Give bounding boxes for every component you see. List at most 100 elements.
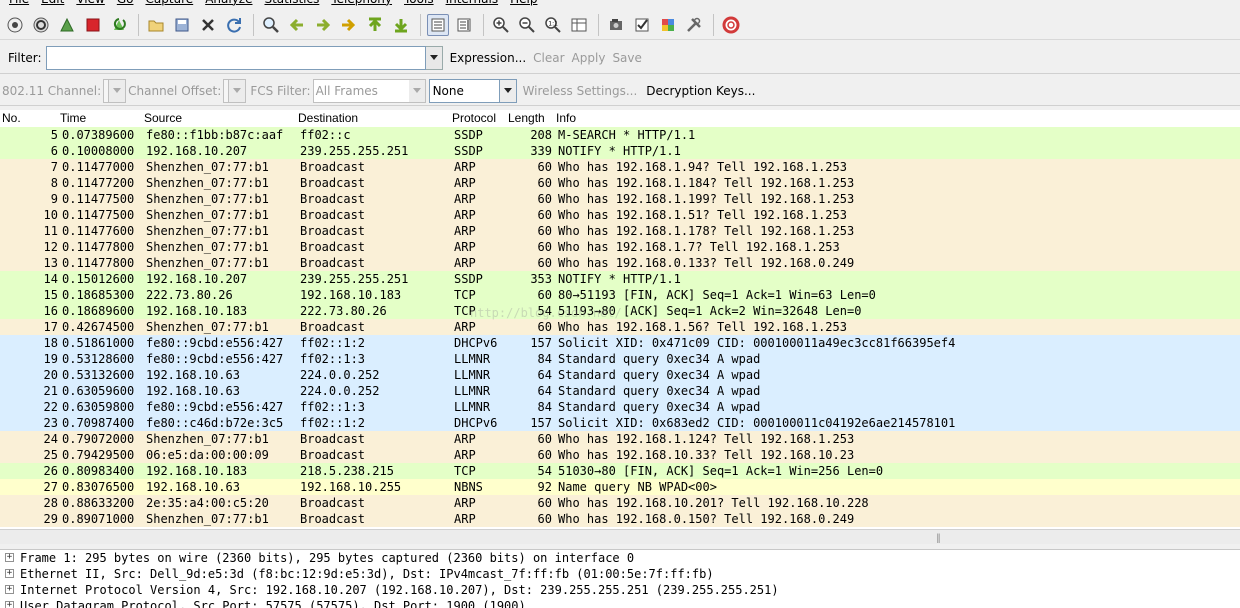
menu-tools[interactable]: Tools bbox=[401, 0, 443, 8]
open-file-icon[interactable] bbox=[145, 14, 167, 36]
table-row[interactable]: 19 0.53128600 fe80::9cbd:e556:427 ff02::1:3… bbox=[0, 351, 1240, 367]
fcs-filter-select[interactable]: All Frames bbox=[312, 78, 426, 103]
wireless-settings-button[interactable]: Wireless Settings... bbox=[523, 84, 638, 98]
menu-telephony[interactable]: Telephony bbox=[328, 0, 401, 8]
column-no[interactable]: No. bbox=[2, 111, 21, 125]
column-length[interactable]: Length bbox=[508, 111, 545, 125]
table-row[interactable]: 12 0.11477800 Shenzhen_07:77:b1 Broadcast AR… bbox=[0, 239, 1240, 255]
capture-options-icon[interactable] bbox=[30, 14, 52, 36]
table-row[interactable]: 11 0.11477600 Shenzhen_07:77:b1 Broadcast AR… bbox=[0, 223, 1240, 239]
expand-icon[interactable]: + bbox=[5, 585, 14, 594]
find-packet-icon[interactable] bbox=[260, 14, 282, 36]
channel-offset-select[interactable] bbox=[223, 78, 247, 103]
table-row[interactable]: 24 0.79072000 Shenzhen_07:77:b1 Broadcast AR… bbox=[0, 431, 1240, 447]
interfaces-icon[interactable] bbox=[4, 14, 26, 36]
table-row[interactable]: 27 0.83076500 192.168.10.63 192.168.10.255 N… bbox=[0, 479, 1240, 495]
menu-go[interactable]: Go bbox=[114, 0, 143, 8]
menu-statistics[interactable]: Statistics bbox=[261, 0, 328, 8]
expand-icon[interactable]: + bbox=[5, 569, 14, 578]
table-row[interactable]: 5 0.07389600 fe80::f1bb:b87c:aaf ff02::c SSD… bbox=[0, 127, 1240, 143]
preferences-icon[interactable] bbox=[683, 14, 705, 36]
save-filter-button[interactable]: Save bbox=[612, 51, 641, 65]
column-info[interactable]: Info bbox=[556, 111, 576, 125]
table-row[interactable]: 7 0.11477000 Shenzhen_07:77:b1 Broadcast ARP… bbox=[0, 159, 1240, 175]
coloring-rules-icon[interactable] bbox=[657, 14, 679, 36]
filter-history-dropdown[interactable] bbox=[425, 45, 443, 70]
packet-source: Shenzhen_07:77:b1 bbox=[146, 224, 269, 238]
colorize-icon[interactable] bbox=[427, 13, 449, 36]
table-row[interactable]: 15 0.18685300 222.73.80.26 192.168.10.183 TC… bbox=[0, 287, 1240, 303]
packet-list-scrollbar[interactable]: ║ bbox=[0, 529, 1240, 544]
decryption-keys-button[interactable]: Decryption Keys... bbox=[646, 84, 755, 98]
expand-icon[interactable]: + bbox=[5, 553, 14, 562]
table-row[interactable]: 26 0.80983400 192.168.10.183 218.5.238.215 T… bbox=[0, 463, 1240, 479]
table-row[interactable]: 9 0.11477500 Shenzhen_07:77:b1 Broadcast ARP… bbox=[0, 191, 1240, 207]
packet-time: 0.11477500 bbox=[62, 208, 135, 222]
normal-size-icon[interactable]: 1:1 bbox=[542, 14, 564, 36]
menu-help[interactable]: Help bbox=[507, 0, 546, 8]
packet-info: Name query NB WPAD<00> bbox=[558, 480, 717, 494]
decryption-mode-select[interactable]: None bbox=[428, 78, 517, 103]
column-time[interactable]: Time bbox=[60, 111, 86, 125]
packet-protocol: ARP bbox=[454, 208, 476, 222]
column-destination[interactable]: Destination bbox=[298, 111, 358, 125]
channel-select[interactable] bbox=[103, 78, 127, 103]
stop-capture-icon[interactable] bbox=[82, 14, 104, 36]
detail-row[interactable]: + Frame 1: 295 bytes on wire (2360 bits),… bbox=[0, 550, 1240, 566]
table-row[interactable]: 28 0.88633200 2e:35:a4:00:c5:20 Broadcast AR… bbox=[0, 495, 1240, 511]
restart-capture-icon[interactable] bbox=[108, 14, 130, 36]
detail-row[interactable]: + Ethernet II, Src: Dell_9d:e5:3d (f8:bc:… bbox=[0, 566, 1240, 582]
menu-edit[interactable]: Edit bbox=[38, 0, 73, 8]
go-last-packet-icon[interactable] bbox=[390, 14, 412, 36]
display-filters-icon[interactable] bbox=[631, 14, 653, 36]
zoom-out-icon[interactable] bbox=[516, 14, 538, 36]
table-row[interactable]: 13 0.11477800 Shenzhen_07:77:b1 Broadcast AR… bbox=[0, 255, 1240, 271]
menu-analyze[interactable]: Analyze bbox=[202, 0, 261, 8]
start-capture-icon[interactable] bbox=[56, 14, 78, 36]
reload-file-icon[interactable] bbox=[223, 14, 245, 36]
display-filter-input[interactable] bbox=[45, 45, 426, 70]
table-row[interactable]: 21 0.63059600 192.168.10.63 224.0.0.252 LLMN… bbox=[0, 383, 1240, 399]
table-row[interactable]: 14 0.15012600 192.168.10.207 239.255.255.25… bbox=[0, 271, 1240, 287]
table-row[interactable]: 20 0.53132600 192.168.10.63 224.0.0.252 LLMN… bbox=[0, 367, 1240, 383]
table-row[interactable]: 29 0.89071000 Shenzhen_07:77:b1 Broadcast AR… bbox=[0, 511, 1240, 527]
packet-details[interactable]: + Frame 1: 295 bytes on wire (2360 bits),… bbox=[0, 550, 1240, 608]
table-row[interactable]: 8 0.11477200 Shenzhen_07:77:b1 Broadcast ARP… bbox=[0, 175, 1240, 191]
packet-length: 60 bbox=[537, 160, 552, 174]
zoom-in-icon[interactable] bbox=[490, 14, 512, 36]
auto-scroll-icon[interactable] bbox=[453, 14, 475, 36]
menu-capture[interactable]: Capture bbox=[142, 0, 202, 8]
go-to-packet-icon[interactable] bbox=[338, 14, 360, 36]
detail-row[interactable]: + Internet Protocol Version 4, Src: 192.1… bbox=[0, 582, 1240, 598]
packet-info: Who has 192.168.1.178? Tell 192.168.1.25… bbox=[558, 224, 855, 238]
packet-length: 60 bbox=[537, 176, 552, 190]
column-protocol[interactable]: Protocol bbox=[452, 111, 496, 125]
expand-icon[interactable]: + bbox=[5, 601, 14, 608]
table-row[interactable]: 18 0.51861000 fe80::9cbd:e556:427 ff02::1:2… bbox=[0, 335, 1240, 351]
clear-button[interactable]: Clear bbox=[533, 51, 564, 65]
go-back-icon[interactable] bbox=[286, 14, 308, 36]
expression-button[interactable]: Expression... bbox=[450, 51, 527, 65]
apply-button[interactable]: Apply bbox=[572, 51, 606, 65]
table-row[interactable]: 10 0.11477500 Shenzhen_07:77:b1 Broadcast AR… bbox=[0, 207, 1240, 223]
save-file-icon[interactable] bbox=[171, 14, 193, 36]
table-row[interactable]: 17 0.42674500 Shenzhen_07:77:b1 Broadcast AR… bbox=[0, 319, 1240, 335]
packet-no: 9 bbox=[50, 192, 58, 206]
menu-internals[interactable]: Internals bbox=[443, 0, 508, 8]
packet-no: 29 bbox=[43, 512, 58, 526]
help-icon[interactable] bbox=[720, 14, 742, 36]
packet-time: 0.88633200 bbox=[62, 496, 135, 510]
table-row[interactable]: 25 0.79429500 06:e5:da:00:00:09 Broadcast AR… bbox=[0, 447, 1240, 463]
go-first-packet-icon[interactable] bbox=[364, 14, 386, 36]
capture-filters-icon[interactable] bbox=[605, 14, 627, 36]
table-row[interactable]: 6 0.10008000 192.168.10.207 239.255.255.251… bbox=[0, 143, 1240, 159]
detail-row[interactable]: + User Datagram Protocol, Src Port: 57575… bbox=[0, 598, 1240, 608]
table-row[interactable]: 23 0.70987400 fe80::c46d:b72e:3c5 ff02::1:2… bbox=[0, 415, 1240, 431]
menu-view[interactable]: View bbox=[73, 0, 113, 8]
close-file-icon[interactable] bbox=[197, 14, 219, 36]
resize-columns-icon[interactable] bbox=[568, 14, 590, 36]
menu-file[interactable]: File bbox=[6, 0, 38, 8]
go-forward-icon[interactable] bbox=[312, 14, 334, 36]
table-row[interactable]: 22 0.63059800 fe80::9cbd:e556:427 ff02::1:3… bbox=[0, 399, 1240, 415]
column-source[interactable]: Source bbox=[144, 111, 182, 125]
